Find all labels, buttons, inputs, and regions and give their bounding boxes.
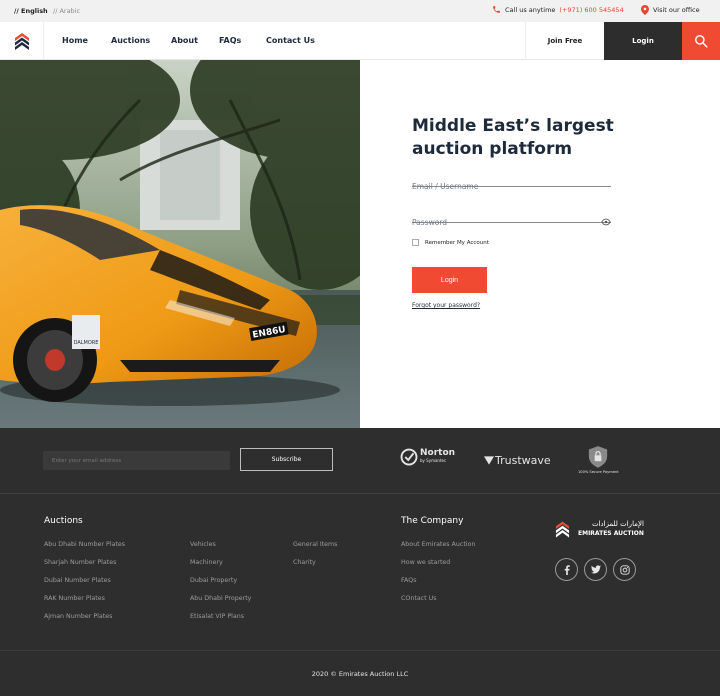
norton-badge: Norton by Symantec (400, 448, 455, 466)
trustwave-icon (484, 456, 494, 465)
norton-label: Norton (420, 448, 456, 458)
login-panel: Middle East’s largest auction platform R… (360, 60, 720, 428)
footer-logo[interactable]: الإمارات للمزادات EMIRATES AUCTION (555, 520, 644, 538)
show-password-eye-icon[interactable] (601, 211, 611, 230)
password-field-wrapper (412, 210, 611, 227)
remember-me[interactable]: Remember My Account (412, 239, 489, 246)
footer-link[interactable]: FAQs (401, 577, 416, 584)
remember-me-label: Remember My Account (425, 239, 489, 246)
footer-link[interactable]: Abu Dhabi Property (190, 595, 251, 602)
brand-english-text: EMIRATES AUCTION (578, 530, 644, 537)
nav-contact-us[interactable]: Contact Us (266, 36, 315, 45)
facebook-icon (564, 564, 570, 575)
search-icon (695, 35, 708, 48)
emirates-auction-logo-icon (14, 33, 29, 50)
username-field-wrapper (412, 174, 611, 191)
brand-arabic-text: الإمارات للمزادات (591, 520, 644, 528)
nav-faqs[interactable]: FAQs (219, 36, 241, 45)
footer-link[interactable]: General Items (293, 541, 337, 548)
trustwave-label: Trustwave (495, 454, 551, 467)
nav-about[interactable]: About (171, 36, 198, 45)
page-title: Middle East’s largest auction platform (412, 116, 614, 159)
footer-link[interactable]: COntact Us (401, 595, 437, 602)
main-navbar: Home Auctions About FAQs Contact Us Join… (0, 22, 720, 60)
join-free-button[interactable]: Join Free (525, 22, 604, 60)
top-bar: // English // Arabic Call us anytime (+9… (0, 0, 720, 22)
footer-link[interactable]: Sharjah Number Plates (44, 559, 116, 566)
twitter-button[interactable] (584, 558, 607, 581)
footer-link[interactable]: Abu Dhabi Number Plates (44, 541, 125, 548)
footer-link[interactable]: Machinery (190, 559, 223, 566)
car-sticker-text: DALMORE (74, 340, 99, 346)
secure-payment-label: 100% Secure Payment (578, 470, 619, 474)
hero-car-illustration: DALMORE EN86U (0, 60, 360, 428)
call-us-label: Call us anytime (505, 5, 556, 14)
hero-image: DALMORE EN86U (0, 60, 360, 428)
search-button[interactable] (682, 22, 720, 60)
emirates-auction-logo-icon (555, 521, 570, 538)
instagram-button[interactable] (613, 558, 636, 581)
secure-payment-badge: 100% Secure Payment (578, 446, 619, 474)
username-input[interactable] (412, 182, 611, 191)
phone-icon (493, 6, 500, 13)
shield-lock-icon (589, 446, 608, 468)
footer-bottom-divider (0, 650, 720, 651)
auctions-column-title: Auctions (44, 516, 83, 526)
logo[interactable] (0, 22, 44, 60)
login-submit-button[interactable]: Login (412, 267, 487, 293)
visit-office-label: Visit our office (653, 6, 700, 14)
remember-me-checkbox[interactable] (412, 239, 419, 246)
subscribe-button[interactable]: Subscribe (240, 448, 333, 471)
footer-divider (0, 493, 720, 494)
twitter-icon (590, 565, 601, 574)
footer-link[interactable]: Ajman Number Plates (44, 613, 112, 620)
forgot-password-link[interactable]: Forgot your password? (412, 302, 480, 309)
footer-link[interactable]: Dubai Number Plates (44, 577, 111, 584)
nav-home[interactable]: Home (62, 36, 88, 45)
footer-link[interactable]: Etisalat VIP Plans (190, 613, 244, 620)
footer-link[interactable]: About Emirates Auction (401, 541, 475, 548)
footer-link[interactable]: How we started (401, 559, 450, 566)
footer-link[interactable]: RAK Number Plates (44, 595, 105, 602)
norton-sublabel: by Symantec (420, 458, 447, 463)
norton-check-icon (400, 448, 418, 466)
instagram-icon (619, 564, 630, 575)
newsletter-email-input[interactable] (43, 451, 230, 470)
footer: Subscribe Norton by Symantec Trustwave 1… (0, 428, 720, 696)
location-pin-icon (641, 5, 649, 15)
copyright-text: 2020 © Emirates Auction LLC (311, 670, 409, 678)
password-input[interactable] (412, 218, 611, 227)
footer-link[interactable]: Vehicles (190, 541, 216, 548)
visit-office-link[interactable]: Visit our office (641, 5, 700, 15)
company-column-title: The Company (401, 516, 464, 526)
nav-auctions[interactable]: Auctions (111, 36, 150, 45)
language-arabic-link[interactable]: // Arabic (53, 7, 80, 15)
call-us[interactable]: Call us anytime (+971) 600 545454 (492, 5, 624, 14)
phone-number[interactable]: (+971) 600 545454 (559, 6, 623, 14)
facebook-button[interactable] (555, 558, 578, 581)
header-login-button[interactable]: Login (604, 22, 682, 60)
language-english-link[interactable]: // English (14, 7, 48, 15)
footer-link[interactable]: Charity (293, 559, 316, 566)
footer-link[interactable]: Dubai Property (190, 577, 237, 584)
trustwave-badge: Trustwave (484, 454, 551, 467)
